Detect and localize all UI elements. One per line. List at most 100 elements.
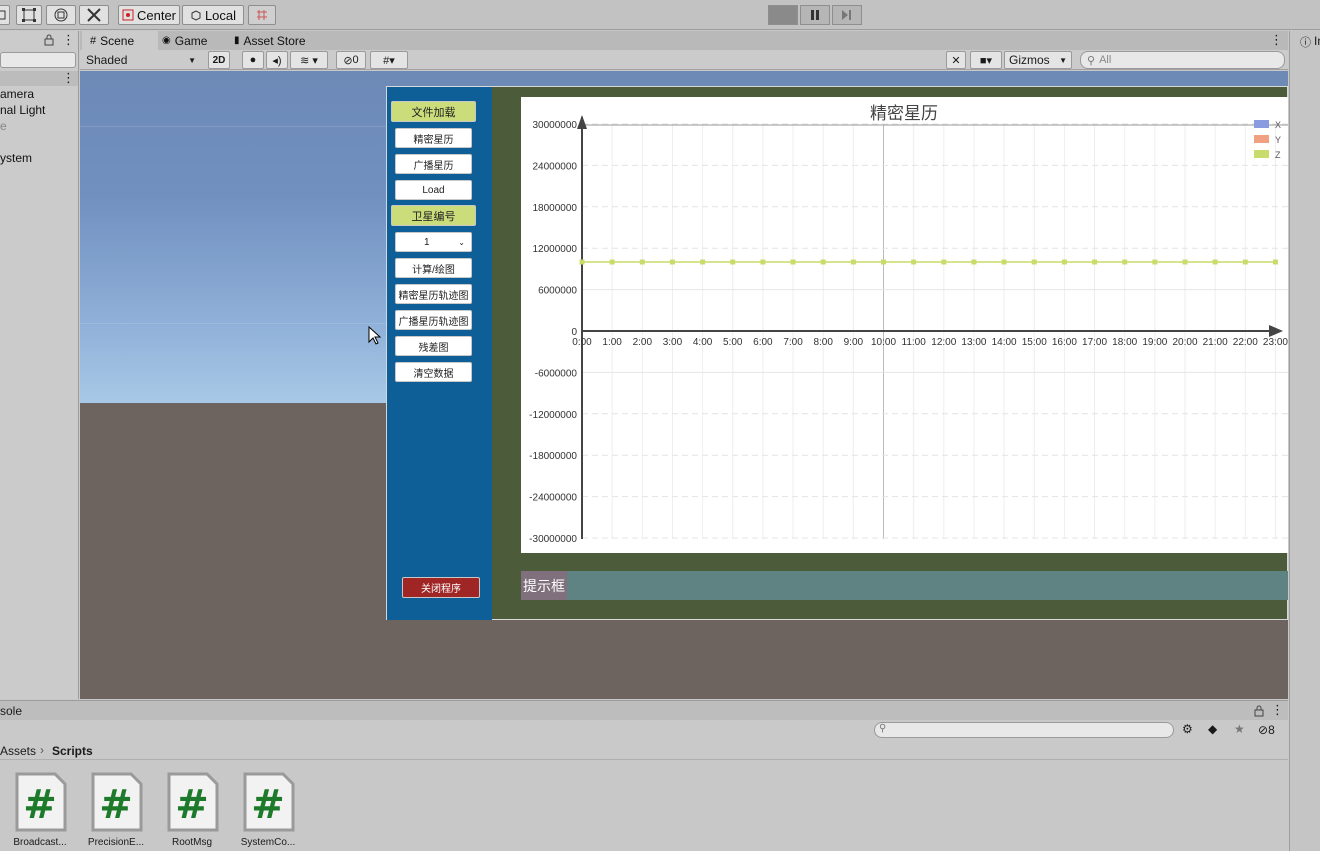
grid-snap-button[interactable] bbox=[248, 5, 276, 25]
hidden-packages-button[interactable]: ⊘8 bbox=[1258, 723, 1275, 737]
project-toolbar: ⚲ ⚙ ◆ ★ ⊘8 bbox=[0, 720, 1288, 741]
residual-plot-button[interactable]: 残差图 bbox=[395, 336, 472, 356]
lighting-toggle-button[interactable]: ● bbox=[242, 51, 264, 69]
more-menu-icon[interactable]: ⋮ bbox=[62, 32, 75, 48]
x-tick-label: 14:00 bbox=[992, 337, 1017, 348]
search-placeholder: All bbox=[1099, 54, 1112, 66]
breadcrumb-scripts[interactable]: Scripts bbox=[52, 744, 93, 758]
pivot-center-button[interactable]: Center bbox=[118, 5, 180, 25]
project-search-input[interactable]: ⚲ bbox=[874, 722, 1174, 738]
asset-item[interactable]: # Broadcast... bbox=[8, 772, 72, 848]
x-tick-label: 4:00 bbox=[693, 337, 713, 348]
custom-tool-button[interactable] bbox=[79, 5, 109, 25]
console-header: sole ⋮ bbox=[0, 700, 1288, 720]
gizmos-dropdown[interactable]: Gizmos ▼ bbox=[1004, 51, 1072, 69]
legend-swatch bbox=[1254, 120, 1269, 128]
x-axis-arrow bbox=[1269, 325, 1283, 337]
camera-icon: ■▾ bbox=[979, 54, 993, 67]
tab-scene[interactable]: # Scene bbox=[82, 31, 158, 50]
tools-cross-icon: ✕ bbox=[951, 54, 961, 67]
tools-button[interactable]: ✕ bbox=[946, 51, 966, 69]
y-tick-label: 30000000 bbox=[533, 120, 578, 131]
x-tick-label: 2:00 bbox=[633, 337, 653, 348]
pause-button[interactable] bbox=[800, 5, 830, 25]
data-point bbox=[911, 259, 917, 265]
asset-label: SystemCo... bbox=[240, 837, 296, 848]
favorite-star-icon[interactable]: ★ bbox=[1234, 722, 1245, 736]
x-tick-label: 1:00 bbox=[602, 337, 622, 348]
scene-search-input[interactable]: ⚲ All bbox=[1080, 51, 1285, 69]
scene-more-icon[interactable]: ⋮ bbox=[1270, 32, 1283, 48]
rect-tool-button[interactable] bbox=[16, 5, 42, 25]
y-tick-label: 24000000 bbox=[533, 161, 578, 172]
broadcast-ephemeris-button[interactable]: 广播星历 bbox=[395, 154, 472, 174]
x-tick-label: 18:00 bbox=[1112, 337, 1137, 348]
asset-label: PrecisionE... bbox=[87, 837, 145, 848]
pivot-local-button[interactable]: Local bbox=[182, 5, 244, 25]
data-point bbox=[1031, 259, 1037, 265]
lock-icon[interactable] bbox=[44, 34, 54, 46]
x-tick-label: 12:00 bbox=[931, 337, 956, 348]
scene-menu-icon[interactable]: ⋮ bbox=[62, 70, 75, 86]
camera-dropdown[interactable]: ■▾ bbox=[970, 51, 1002, 69]
inspector-tab[interactable]: In bbox=[1314, 34, 1320, 48]
x-tick-label: 21:00 bbox=[1203, 337, 1228, 348]
step-button[interactable] bbox=[832, 5, 862, 25]
shading-dropdown[interactable]: Shaded ▼ bbox=[82, 51, 200, 69]
play-button[interactable] bbox=[768, 5, 798, 25]
2d-toggle-button[interactable]: 2D bbox=[208, 51, 230, 69]
effects-dropdown[interactable]: ≋ ▾ bbox=[290, 51, 328, 69]
chart-title: 精密星历 bbox=[870, 104, 938, 124]
hier-item-canvas[interactable]: e bbox=[0, 119, 7, 133]
svg-text:#: # bbox=[175, 782, 209, 828]
asset-item[interactable]: # SystemCo... bbox=[236, 772, 300, 848]
data-point bbox=[579, 259, 585, 265]
asset-item[interactable]: # RootMsg bbox=[160, 772, 224, 848]
grid-dropdown[interactable]: #▾ bbox=[370, 51, 408, 69]
filter-label-icon[interactable]: ◆ bbox=[1208, 722, 1217, 736]
breadcrumb-separator-icon: › bbox=[40, 743, 44, 757]
transform-icon bbox=[54, 8, 68, 22]
y-tick-label: -30000000 bbox=[529, 534, 577, 545]
x-tick-label: 16:00 bbox=[1052, 337, 1077, 348]
hier-item-camera[interactable]: amera bbox=[0, 87, 34, 101]
close-app-button[interactable]: 关闭程序 bbox=[402, 577, 480, 598]
status-bar bbox=[521, 571, 1288, 600]
satellite-select[interactable]: 1 ⌄ bbox=[395, 232, 472, 252]
gizmos-label: Gizmos bbox=[1009, 53, 1050, 67]
precise-ephemeris-button[interactable]: 精密星历 bbox=[395, 128, 472, 148]
chart-area: 30000000 24000000 18000000 12000000 6000000 0… bbox=[521, 97, 1288, 553]
compute-plot-button[interactable]: 计算/绘图 bbox=[395, 258, 472, 278]
filter-type-icon[interactable]: ⚙ bbox=[1182, 722, 1193, 736]
hierarchy-search-input[interactable] bbox=[0, 52, 76, 68]
file-load-button[interactable]: 文件加载 bbox=[391, 101, 476, 122]
eye-slash-icon: ⊘ bbox=[343, 54, 353, 67]
audio-toggle-button[interactable]: ◂) bbox=[266, 51, 288, 69]
scene-header: ⋮ bbox=[0, 70, 78, 86]
transform-tool-button[interactable] bbox=[46, 5, 76, 25]
tab-asset-store[interactable]: ▮ Asset Store bbox=[234, 31, 306, 50]
tab-game[interactable]: ◉ Game bbox=[162, 31, 207, 50]
hier-item-light[interactable]: nal Light bbox=[0, 103, 45, 117]
clear-data-button[interactable]: 清空数据 bbox=[395, 362, 472, 382]
y-tick-label: -12000000 bbox=[529, 410, 577, 421]
broadcast-orbit-plot-button[interactable]: 广播星历轨迹图 bbox=[395, 310, 472, 330]
console-more-icon[interactable]: ⋮ bbox=[1271, 702, 1284, 718]
scene-visibility-button[interactable]: ⊘ 0 bbox=[336, 51, 366, 69]
load-button[interactable]: Load bbox=[395, 180, 472, 200]
breadcrumb-assets[interactable]: Assets bbox=[0, 744, 36, 758]
view-tool-button[interactable] bbox=[0, 5, 10, 25]
lock-icon[interactable] bbox=[1254, 705, 1264, 717]
precise-orbit-plot-button[interactable]: 精密星历轨迹图 bbox=[395, 284, 472, 304]
data-point bbox=[669, 259, 675, 265]
console-tab[interactable]: sole bbox=[0, 704, 22, 718]
tab-scene-label: Scene bbox=[100, 33, 135, 48]
chevron-down-icon: ▼ bbox=[188, 55, 196, 65]
rect-icon bbox=[0, 10, 6, 20]
chevron-down-icon: ⌄ bbox=[458, 237, 465, 247]
data-point bbox=[881, 259, 886, 265]
asset-item[interactable]: # PrecisionE... bbox=[84, 772, 148, 848]
data-point bbox=[1152, 259, 1158, 265]
hier-item-eventsystem[interactable]: ystem bbox=[0, 151, 32, 165]
svg-text:#: # bbox=[99, 782, 133, 828]
